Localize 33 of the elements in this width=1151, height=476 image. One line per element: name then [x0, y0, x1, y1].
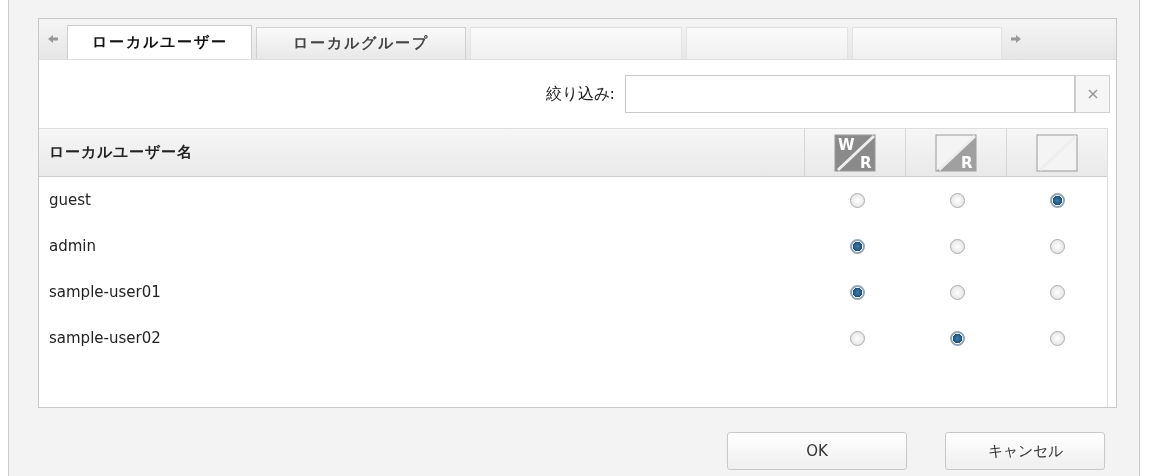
- radio-button[interactable]: [1049, 330, 1065, 346]
- user-name: admin: [48, 237, 97, 255]
- tab[interactable]: ローカルグループ: [256, 27, 466, 59]
- filter-field[interactable]: [625, 75, 1075, 113]
- close-icon[interactable]: [1087, 89, 1098, 99]
- user-name: sample-user01: [48, 283, 162, 301]
- ok-button[interactable]: OK: [727, 432, 907, 470]
- icon-letter: R: [860, 153, 872, 172]
- radio-button[interactable]: [949, 238, 965, 254]
- user-name: guest: [48, 191, 92, 209]
- clear-button[interactable]: [1075, 75, 1110, 113]
- user-name: sample-user02: [48, 329, 162, 347]
- radio-button[interactable]: [849, 238, 865, 254]
- radio-button[interactable]: [1049, 284, 1065, 300]
- radio-button[interactable]: [949, 284, 965, 300]
- radio-button[interactable]: [849, 284, 865, 300]
- tab[interactable]: ローカルユーザー: [67, 25, 252, 59]
- permission-icon: [1036, 134, 1078, 171]
- radio-button[interactable]: [1049, 238, 1065, 254]
- permission-icon: [834, 134, 876, 171]
- filter-label: 絞り込み:: [545, 83, 615, 105]
- icon-letter: W: [838, 135, 855, 154]
- right-arrow-icon[interactable]: [1010, 34, 1022, 44]
- radio-button[interactable]: [849, 192, 865, 208]
- cancel-button[interactable]: キャンセル: [945, 432, 1105, 470]
- radio-button[interactable]: [849, 330, 865, 346]
- permission-icon: [935, 134, 977, 171]
- radio-button[interactable]: [1049, 192, 1065, 208]
- radio-button[interactable]: [949, 192, 965, 208]
- icon-letter: R: [961, 153, 973, 172]
- radio-button[interactable]: [949, 330, 965, 346]
- column-header: ローカルユーザー名: [48, 142, 194, 163]
- left-arrow-icon[interactable]: [47, 34, 59, 44]
